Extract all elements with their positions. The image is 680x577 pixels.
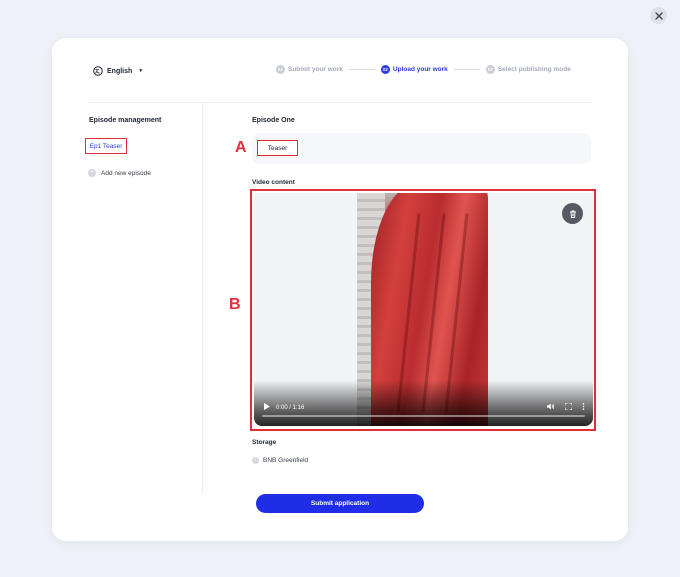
video-player[interactable]: 0:00 / 1:16 <box>254 193 593 426</box>
submit-button-label: Submit application <box>310 500 370 507</box>
progress-stepper: 01 Submit your work 02 Upload your work … <box>276 65 571 74</box>
volume-button[interactable] <box>547 403 555 412</box>
annotation-marker-a: A <box>235 139 247 156</box>
episode-name-container: Teaser <box>252 133 591 164</box>
language-icon <box>93 66 103 76</box>
add-episode-label: Add new episode <box>101 169 151 177</box>
chevron-down-icon: ▼ <box>138 68 144 74</box>
sidebar-item-ep1-teaser[interactable]: Ep1 Teaser <box>85 138 127 154</box>
header-divider <box>88 102 592 103</box>
close-button[interactable] <box>650 7 667 24</box>
more-vertical-icon <box>582 403 585 410</box>
sidebar-title: Episode management <box>89 117 162 124</box>
play-icon <box>264 403 270 410</box>
step-number: 03 <box>485 65 495 74</box>
video-time: 0:00 / 1:16 <box>276 404 305 411</box>
annotation-marker-b: B <box>229 296 241 313</box>
video-controls: 0:00 / 1:16 <box>254 380 593 426</box>
add-episode-button[interactable]: + Add new episode <box>88 169 151 177</box>
upload-modal: English ▼ 01 Submit your work 02 Upload … <box>52 38 628 541</box>
play-button[interactable] <box>264 403 270 412</box>
step-number: 02 <box>380 65 390 74</box>
language-label: English <box>107 67 133 75</box>
fullscreen-icon <box>564 402 573 411</box>
step-submit-work[interactable]: 01 Submit your work <box>276 65 343 74</box>
storage-option-label: BNB Greenfield <box>263 457 309 464</box>
video-content-label: Video content <box>252 179 295 186</box>
volume-icon <box>547 403 555 410</box>
sidebar-item-label: Ep1 Teaser <box>89 142 123 150</box>
close-icon <box>654 11 663 20</box>
sidebar-divider <box>202 102 203 494</box>
episode-name-value: Teaser <box>267 144 288 152</box>
video-highlight-frame: 0:00 / 1:16 <box>250 189 596 431</box>
episode-name-input[interactable]: Teaser <box>257 140 298 156</box>
trash-icon <box>569 210 576 218</box>
plus-icon: + <box>88 169 96 177</box>
video-progress-bar[interactable] <box>262 415 585 417</box>
fullscreen-button[interactable] <box>564 402 573 412</box>
step-label: Upload your work <box>392 66 448 73</box>
step-label: Submit your work <box>288 66 343 73</box>
more-options-button[interactable] <box>582 403 585 412</box>
step-divider <box>348 69 375 70</box>
storage-option-bnb-greenfield[interactable]: ✓ BNB Greenfield <box>252 457 308 464</box>
step-divider <box>453 69 480 70</box>
step-number: 01 <box>276 65 285 74</box>
check-icon: ✓ <box>252 457 259 464</box>
language-selector[interactable]: English ▼ <box>93 66 143 76</box>
step-label: Select publishing mode <box>497 66 571 73</box>
storage-label: Storage <box>252 439 277 446</box>
submit-application-button[interactable]: Submit application <box>256 494 424 513</box>
step-select-publishing-mode[interactable]: 03 Select publishing mode <box>485 65 571 74</box>
step-upload-work[interactable]: 02 Upload your work <box>380 65 448 74</box>
episode-title: Episode One <box>252 117 295 124</box>
delete-video-button[interactable] <box>562 203 583 224</box>
